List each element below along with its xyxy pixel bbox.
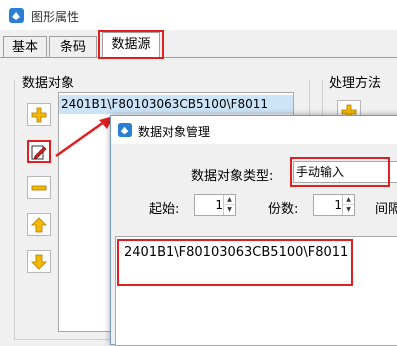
data-object-manager-dialog: 数据对象管理 数据对象类型: 手动输入 ▼ 起始: 1 ▲ ▼ 份数: 1 ▲ … <box>110 115 397 346</box>
datasource-tab-highlight <box>98 30 164 59</box>
tab-basic-label: 基本 <box>11 40 38 55</box>
content-highlight <box>117 239 353 286</box>
move-down-button[interactable] <box>27 250 51 273</box>
type-label: 数据对象类型: <box>191 169 274 184</box>
tab-basic[interactable]: 基本 <box>3 36 47 57</box>
copies-decrement-button[interactable]: ▼ <box>343 205 354 215</box>
start-value: 1 <box>215 198 223 212</box>
copies-label: 份数: <box>268 202 299 217</box>
start-label: 起始: <box>149 202 180 217</box>
move-down-icon <box>31 254 47 270</box>
dialog-titlebar: 数据对象管理 <box>111 116 397 144</box>
window-title: 图形属性 <box>31 10 80 24</box>
copies-increment-button[interactable]: ▲ <box>343 195 354 205</box>
copies-spinner[interactable]: ▲ ▼ <box>342 195 354 215</box>
tab-barcode[interactable]: 条码 <box>49 36 97 57</box>
copies-value: 1 <box>334 198 342 212</box>
copies-input[interactable]: 1 ▲ ▼ <box>313 194 355 216</box>
tab-divider <box>0 57 397 58</box>
edit-button[interactable] <box>27 140 51 163</box>
remove-button[interactable] <box>27 176 51 199</box>
type-select-highlight <box>290 157 390 187</box>
start-increment-button[interactable]: ▲ <box>224 195 235 205</box>
dialog-title: 数据对象管理 <box>138 125 211 139</box>
app-icon <box>9 8 24 23</box>
window-titlebar: 图形属性 <box>0 0 397 30</box>
add-button[interactable] <box>27 103 51 126</box>
add-icon <box>31 107 47 123</box>
start-decrement-button[interactable]: ▼ <box>224 205 235 215</box>
remove-icon <box>31 185 47 191</box>
start-spinner[interactable]: ▲ ▼ <box>223 195 235 215</box>
move-up-button[interactable] <box>27 213 51 236</box>
move-up-icon <box>31 217 47 233</box>
edit-icon <box>31 145 47 160</box>
start-input[interactable]: 1 ▲ ▼ <box>194 194 236 216</box>
app-icon <box>117 122 133 138</box>
tab-barcode-label: 条码 <box>59 40 86 55</box>
interval-label: 间隔 <box>375 202 397 217</box>
